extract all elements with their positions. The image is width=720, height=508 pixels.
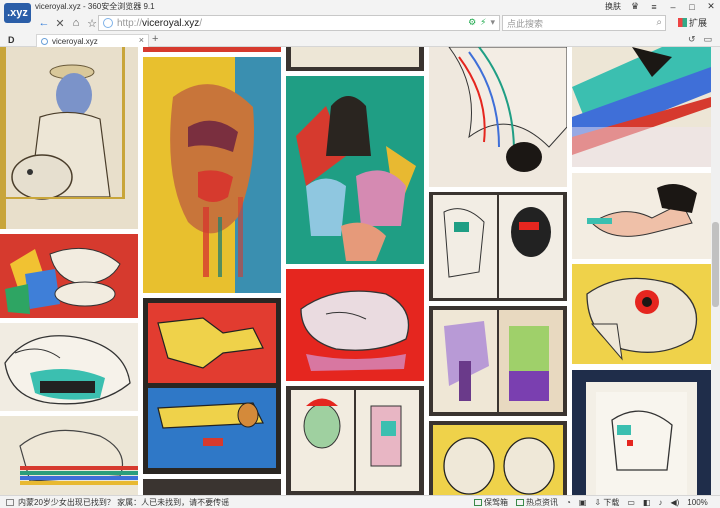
music-icon[interactable]: ♪ <box>658 498 662 507</box>
gallery <box>0 47 711 495</box>
gallery-item[interactable] <box>429 192 567 301</box>
close-icon[interactable]: ✕ <box>706 1 716 12</box>
skin-button[interactable]: 换肤 <box>605 1 621 12</box>
gallery-item[interactable] <box>572 47 711 167</box>
status-bar: 内蒙20岁少女出现已找到？ 家属：人已未找到，请不要传谣 保驾箱 热点资讯 ◔ … <box>0 495 720 508</box>
search-box[interactable]: 点此搜索 ⌕ <box>502 15 666 31</box>
gallery-item[interactable] <box>429 421 567 495</box>
site-logo: .xyz <box>4 3 31 23</box>
stop-icon[interactable]: ✕ <box>52 15 68 31</box>
gallery-item[interactable] <box>0 416 138 495</box>
minimize-icon[interactable]: – <box>668 2 678 12</box>
menu-icon[interactable]: ≡ <box>649 2 659 12</box>
hot-news-icon <box>516 499 524 507</box>
home-icon[interactable]: ⌂ <box>68 15 84 31</box>
window-title: viceroyal.xyz - 360安全浏览器 9.1 <box>35 2 155 11</box>
title-bar: .xyz viceroyal.xyz - 360安全浏览器 9.1 换肤 ♛ ≡… <box>0 0 720 23</box>
screenshot-icon[interactable]: ▭ <box>627 498 635 507</box>
loading-icon <box>41 37 48 45</box>
zoom-level[interactable]: 100% <box>687 498 707 507</box>
status-message[interactable]: 内蒙20岁少女出现已找到？ 家属：人已未找到，请不要传谣 <box>18 497 229 508</box>
translate-icon[interactable]: ◧ <box>643 498 651 507</box>
navigation-bar: ← ✕ ⌂ ☆ http:// viceroyal.xyz / ⚙ ⚡ ▾ 点此… <box>0 13 720 33</box>
title-controls: 换肤 ♛ ≡ – □ ✕ <box>605 0 716 13</box>
gallery-item[interactable] <box>572 370 711 495</box>
gallery-item[interactable] <box>572 264 711 364</box>
vertical-scrollbar[interactable] <box>711 47 720 495</box>
gallery-item[interactable] <box>0 47 138 229</box>
address-icons: ⚙ ⚡ ▾ <box>468 17 495 28</box>
scrollbar-thumb[interactable] <box>712 222 719 307</box>
safety-box-icon <box>474 499 482 507</box>
gallery-item[interactable] <box>143 479 281 495</box>
news-icon <box>6 499 14 506</box>
extensions-button[interactable]: 扩展 <box>678 16 707 29</box>
tab-list-icon[interactable]: ▭ <box>703 34 712 45</box>
tab-bar: D viceroyal.xyz × + ↺ ▭ <box>0 33 720 47</box>
maximize-icon[interactable]: □ <box>687 2 697 12</box>
status-tools: 保驾箱 热点资讯 ◔ ▣ ⇩ 下载 ▭ ◧ ♪ ◀) 100% <box>474 497 708 508</box>
shield-icon[interactable]: ▣ <box>579 498 587 507</box>
gallery-item[interactable] <box>143 47 281 52</box>
gallery-item[interactable] <box>572 173 711 259</box>
skin-icon[interactable]: ♛ <box>630 1 640 12</box>
gallery-item[interactable] <box>0 323 138 411</box>
search-icon[interactable]: ⌕ <box>656 17 662 28</box>
url-host: viceroyal.xyz <box>142 17 200 29</box>
gallery-item[interactable] <box>429 47 567 187</box>
download-button[interactable]: ⇩ 下载 <box>594 497 619 508</box>
sidebar-toggle[interactable]: D <box>8 35 15 45</box>
tab-bar-tools: ↺ ▭ <box>688 34 712 45</box>
safety-box-button[interactable]: 保驾箱 <box>474 497 508 508</box>
gallery-item[interactable] <box>286 269 424 381</box>
gallery-item[interactable] <box>143 57 281 293</box>
tab-viceroyal[interactable]: viceroyal.xyz × <box>36 34 149 47</box>
globe-icon <box>103 18 113 28</box>
hot-news-button[interactable]: 热点资讯 <box>516 497 558 508</box>
back-icon[interactable]: ← <box>36 15 52 31</box>
new-tab-icon[interactable]: + <box>152 33 158 45</box>
extensions-label: 扩展 <box>689 18 708 28</box>
volume-icon[interactable]: ◀) <box>670 498 679 507</box>
tab-close-icon[interactable]: × <box>139 35 144 45</box>
gallery-item[interactable] <box>0 234 138 318</box>
accelerate-icon[interactable]: ◔ <box>566 498 571 507</box>
extensions-icon <box>678 18 687 27</box>
tab-label: viceroyal.xyz <box>52 36 98 46</box>
url-protocol: http:// <box>117 17 143 29</box>
browser-window: .xyz viceroyal.xyz - 360安全浏览器 9.1 换肤 ♛ ≡… <box>0 0 720 508</box>
gallery-item[interactable] <box>286 386 424 495</box>
security-icon[interactable]: ⚙ <box>468 17 476 28</box>
url-path: / <box>199 17 203 29</box>
search-placeholder: 点此搜索 <box>507 18 544 29</box>
restore-tab-icon[interactable]: ↺ <box>688 34 696 45</box>
address-bar[interactable]: http:// viceroyal.xyz / ⚙ ⚡ ▾ <box>98 15 500 31</box>
dropdown-icon[interactable]: ▾ <box>490 17 495 28</box>
gallery-item[interactable] <box>143 298 281 474</box>
speed-mode-icon[interactable]: ⚡ <box>480 17 486 28</box>
gallery-item[interactable] <box>286 76 424 264</box>
gallery-item[interactable] <box>429 306 567 416</box>
gallery-item[interactable] <box>286 47 424 71</box>
